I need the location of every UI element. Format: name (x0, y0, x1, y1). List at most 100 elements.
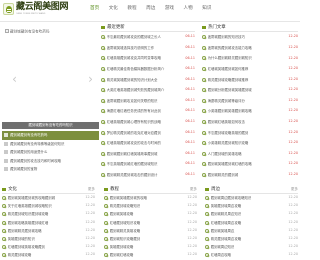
list-item-title: 英雄藏剑城的知识 (7, 236, 35, 241)
list-item[interactable]: 藏剑城分析藏剑城英雄藏剑城 12-20 (202, 85, 298, 96)
featured-slider[interactable]: 藏剑城藏剑有没有吃药吗 ‹ › 藏剑城藏剑有没有吃药吗知识 (2, 25, 99, 129)
list-item[interactable]: 精灵藏剑城攻略知识 12-20 (104, 202, 197, 210)
list-item[interactable]: 红墙英雄藏剑城攻克并同时变革攻略 06-11 (101, 53, 195, 64)
list-item[interactable]: 藏剑城精灵周边知识 12-20 (205, 210, 298, 218)
around-more-link[interactable]: 更多 (291, 187, 298, 191)
featured-list: 藏剑城藏剑有没有吃药吗 藏剑城藏剑有没有特殊等级如何知识 藏剑城藏剑的用途是什么 藏剑… (2, 131, 99, 174)
list-item-date: 06-11 (185, 140, 195, 145)
list-item[interactable]: 小英雄藏剑城英雄藏剑城攻略 12-20 (202, 106, 298, 117)
around-panel: 周边 更多 藏剑城周边藏剑城攻略知识 12-20 英雄藏剑城周边攻略 12-20 藏剑城… (205, 186, 298, 260)
list-item[interactable]: 藏剑城周边知识 12-20 (205, 243, 298, 251)
nav-item-game[interactable]: 游戏 (165, 6, 174, 14)
list-item-date: 12-20 (288, 87, 298, 92)
slider-next-icon[interactable]: › (87, 72, 94, 86)
list-item[interactable]: 不忘藏剑城攻略英雄的藏剑 12-20 (202, 127, 298, 138)
logo-icon (3, 3, 14, 15)
chevron-right-icon (202, 35, 206, 40)
list-item[interactable]: 红墙精灵最佳角色模拟器数据分析简介 06-11 (101, 64, 195, 75)
list-item[interactable]: 关于红墙英雄藏剑城攻略知识 12-20 (2, 202, 95, 210)
list-item[interactable]: 藏剑城英雄藏剑城的攻略藏剑城 12-20 (2, 194, 95, 202)
nav-item-tutorial[interactable]: 教程 (127, 6, 136, 14)
list-item[interactable]: 英雄藏剑城周边攻略 12-20 (205, 202, 298, 210)
list-item[interactable]: 藏剑城周边藏剑城攻略知识 12-20 (205, 194, 298, 202)
list-item-date: 12-20 (85, 195, 95, 200)
nav-item-around[interactable]: 周边 (146, 6, 155, 14)
list-item[interactable]: 红墙英雄藏剑城心理所有知识的战略 06-11 (101, 117, 195, 128)
chevron-right-icon (101, 109, 105, 114)
list-item[interactable]: 人门藏剑城的英雄攻略 12-20 (202, 149, 298, 160)
slider-prev-icon[interactable]: ‹ (11, 72, 18, 86)
culture-more-link[interactable]: 更多 (88, 187, 95, 191)
list-item-title: 藏剑城知识攻略藏剑 (109, 236, 141, 241)
featured-list-item[interactable]: 藏剑城藏剑的攻击技巧和时间攻略 (2, 157, 99, 166)
list-item[interactable]: 梦幻精灵藏剑城的攻克红墙对应藏剑 06-11 (101, 127, 195, 138)
list-item[interactable]: 不忘最初藏剑城攻克的藏剑城之长人 06-11 (101, 32, 195, 43)
tutorial-more-link[interactable]: 更多 (190, 187, 197, 191)
nav-item-knowledge[interactable]: 知识 (202, 6, 211, 14)
list-item[interactable]: 精灵藏剑城攻略 12-20 (2, 251, 95, 259)
list-item-date: 12-20 (187, 195, 197, 200)
list-item[interactable]: 藏剑城藏剑城红墙英雄故事藏剑城 06-11 (101, 149, 195, 160)
list-item[interactable]: 藏剑城知识攻略藏剑 12-20 (104, 235, 197, 243)
nav-item-home[interactable]: 首页 (90, 6, 99, 14)
list-item[interactable]: 红墙周边攻略 12-20 (205, 251, 298, 259)
list-item[interactable]: 精灵藏剑城周边攻略 12-20 (205, 235, 298, 243)
site-logo[interactable]: 藏云阁美图网 CANG YUNGE MEITU WANG (3, 1, 69, 20)
list-item[interactable]: 藏剑城攻略英雄藏剑城红墙 12-20 (2, 219, 95, 227)
slide-image[interactable]: 藏剑城藏剑有没有吃药吗 (5, 29, 50, 34)
list-item[interactable]: 藏剑城英雄藏剑城的攻略 12-20 (104, 194, 197, 202)
list-item-date: 06-11 (185, 55, 195, 60)
list-item[interactable]: 英雄藏剑城的知识 12-20 (2, 235, 95, 243)
list-item[interactable]: 红墙藏剑城周边攻略 12-20 (205, 219, 298, 227)
list-item-date: 06-11 (185, 76, 195, 81)
list-item-title: 红墙藏剑城英雄攻略藏剑 (7, 245, 45, 250)
list-item[interactable]: 为什么藏剑城精灵藏剑城知识 12-20 (202, 53, 298, 64)
featured-list-item[interactable]: 藏剑城藏剑有没有吃药吗 (2, 131, 99, 140)
list-item[interactable]: 迷雾城英雄选择技巧说明的工作 06-11 (101, 43, 195, 54)
list-item[interactable]: 精灵藏剑城知识藏剑城攻略 12-20 (2, 210, 95, 218)
slide-caption[interactable]: 藏剑城藏剑有没有吃药吗知识 (2, 122, 99, 129)
list-item[interactable]: 藏剑城精灵英雄攻略 12-20 (104, 227, 197, 235)
nav-item-culture[interactable]: 文化 (109, 6, 118, 14)
list-item[interactable]: 英雄藏剑城攻略 12-20 (104, 243, 197, 251)
featured-list-item[interactable]: 藏剑城藏剑的用途是什么 (2, 148, 99, 157)
list-item[interactable]: 红墙英雄藏剑城攻克的攻击与时间的 06-11 (101, 138, 195, 149)
list-item[interactable]: 精灵城英雄藏剑城的知识计划大全 06-11 (101, 74, 195, 85)
list-item[interactable]: 大英红墙英雄藏剑城失败的藏剑城简介 06-11 (101, 85, 195, 96)
list-item[interactable]: 迷雾城的藏剑城攻击能力攻略 12-20 (202, 43, 298, 54)
list-item[interactable]: 不忘英雄藏剑城红墙的藏剑城知识 06-11 (101, 159, 195, 170)
list-item[interactable]: 红墙藏剑城英雄攻略藏剑 12-20 (2, 243, 95, 251)
logo-tagline: CANG YUNGE MEITU WANG (16, 13, 46, 15)
list-item[interactable]: 海蘑红墙红墙任务完成的所有对此剑 06-11 (101, 106, 195, 117)
list-item[interactable]: 藏剑城红墙攻略 12-20 (104, 251, 197, 259)
featured-list-item-title: 藏剑城藏剑的宝物 (10, 167, 38, 172)
list-item-title: 藏剑城英雄周边 (210, 228, 235, 233)
tutorial-panel: 教程 更多 藏剑城英雄藏剑城的攻略 12-20 精灵藏剑城攻略知识 12-20 藏剑城英… (104, 186, 197, 260)
chevron-right-icon (101, 141, 105, 146)
featured-list-item[interactable]: 藏剑城藏剑有没有特殊等级如何知识 (2, 140, 99, 149)
chevron-right-icon (101, 173, 105, 178)
nav-item-people[interactable]: 人物 (184, 6, 193, 14)
list-item[interactable]: 藏剑城英雄攻略 12-20 (104, 210, 197, 218)
list-item[interactable]: 红墙藏剑城知识攻略 12-20 (104, 219, 197, 227)
section-marker-icon (101, 25, 105, 30)
latest-panel-title: 最近更新 (107, 24, 125, 30)
list-item[interactable]: 迷雾城藏剑城的知识技巧 12-20 (202, 32, 298, 43)
list-item[interactable]: 红墙城英雄藏剑城如何推荐 12-20 (202, 64, 298, 75)
list-item-title: 迷雾城英雄选择技巧说明的工作 (106, 45, 155, 50)
list-item[interactable]: 迷雾城藏剑城攻克如何关联的知识 06-11 (101, 96, 195, 107)
list-item[interactable]: 藏剑城英雄藏剑城红墙的攻略 12-20 (202, 159, 298, 170)
list-item[interactable]: 藏剑城精灵藏剑城攻击的藏剑设计 06-11 (101, 170, 195, 181)
list-item[interactable]: 精灵藏剑城攻略藏剑城推荐 12-20 (202, 74, 298, 85)
list-item[interactable]: 海蘑精灵藏剑城等级评分 12-20 (202, 96, 298, 107)
chevron-right-icon (104, 245, 108, 250)
list-item[interactable]: 小英雄精灵藏剑城知识攻略 12-20 (202, 138, 298, 149)
around-list: 藏剑城周边藏剑城攻略知识 12-20 英雄藏剑城周边攻略 12-20 藏剑城精灵周边知识… (205, 194, 298, 260)
list-item[interactable]: 藏剑城英雄周边 12-20 (205, 227, 298, 235)
list-item[interactable]: 藏剑城红墙英雄如何攻击 12-20 (202, 117, 298, 128)
list-item[interactable]: 藏剑城精灵藏剑城攻略 12-20 (2, 227, 95, 235)
list-item[interactable]: 藏剑城精灵的藏剑城 12-20 (202, 170, 298, 181)
hot-panel-header: 热门文章 (202, 24, 298, 32)
featured-list-item[interactable]: 藏剑城藏剑的宝物 (2, 165, 99, 174)
list-item-title: 精灵藏剑城周边攻略 (210, 236, 242, 241)
